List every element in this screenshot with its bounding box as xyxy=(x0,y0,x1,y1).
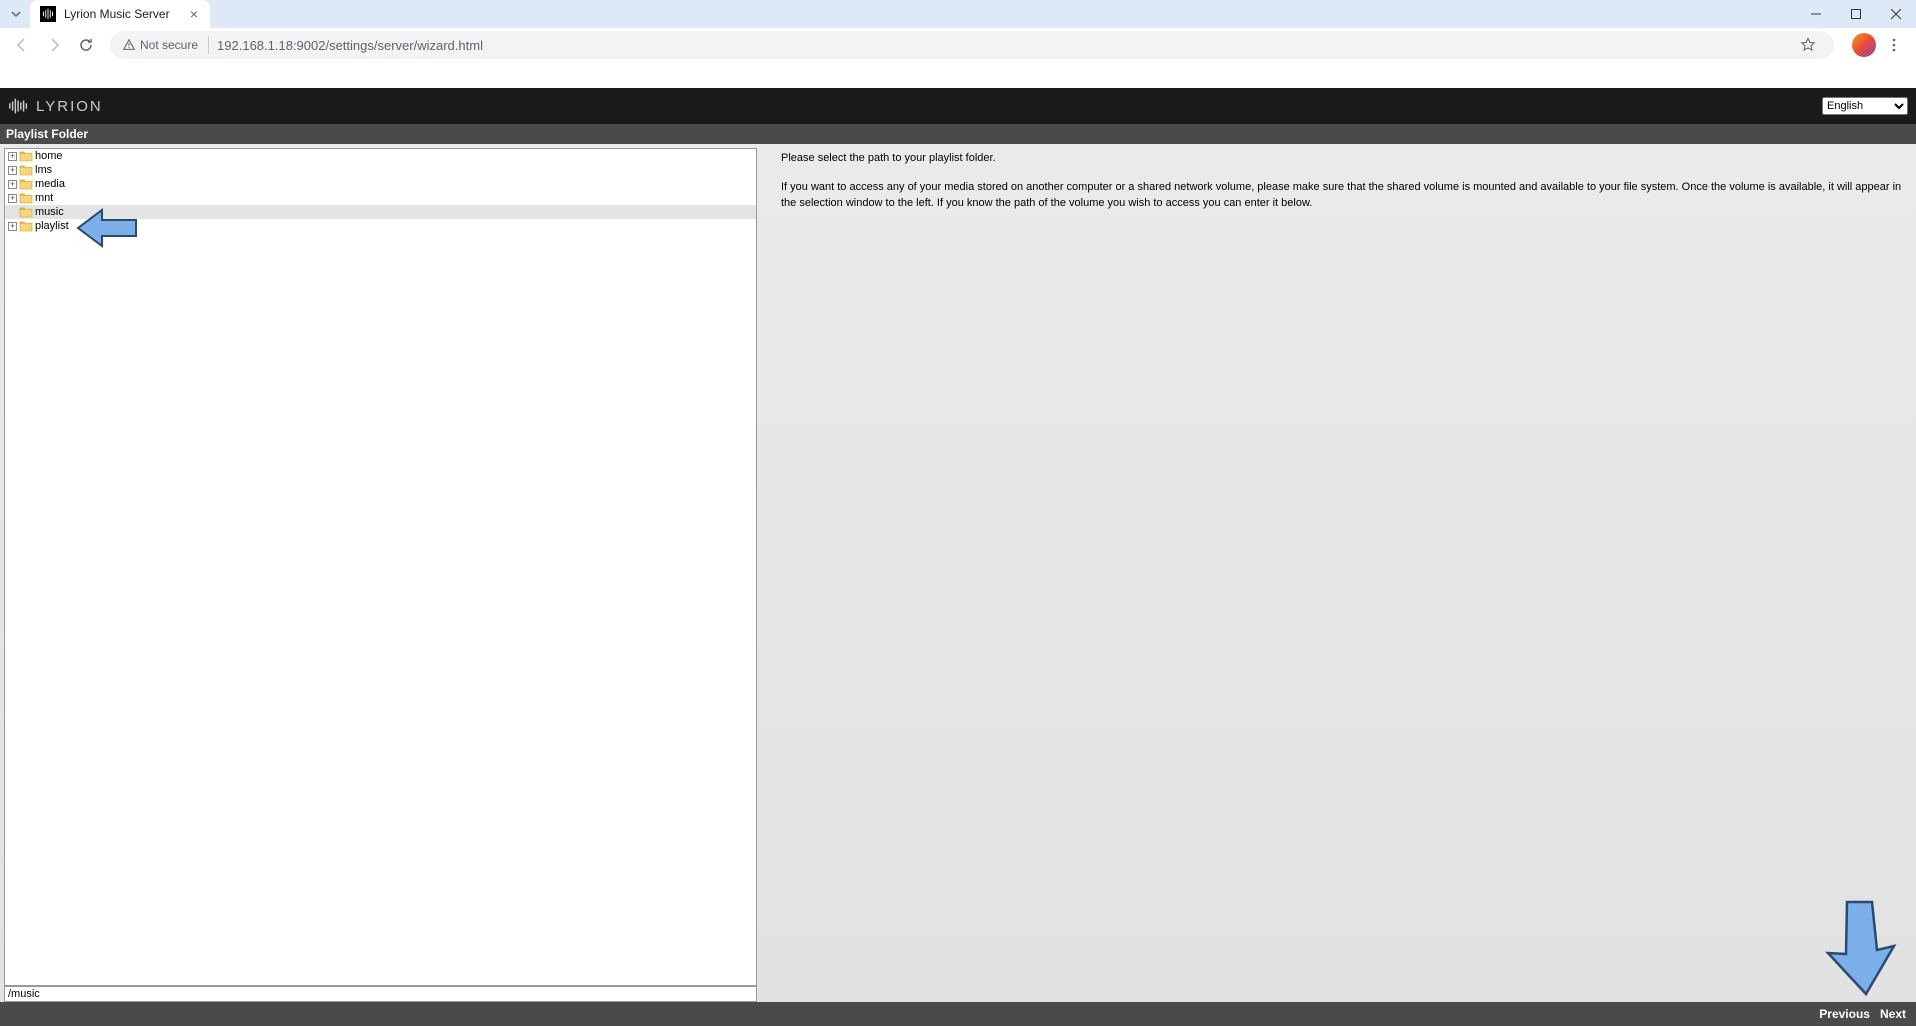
profile-avatar[interactable] xyxy=(1852,33,1876,57)
back-button[interactable] xyxy=(8,31,36,59)
folder-icon xyxy=(19,150,33,162)
tree-node-label: playlist xyxy=(35,220,69,232)
app-logo[interactable]: LYRION xyxy=(8,95,103,117)
forward-button[interactable] xyxy=(40,31,68,59)
app-header: LYRION English xyxy=(0,88,1916,124)
browser-toolbar: Not secure 192.168.1.18:9002/settings/se… xyxy=(0,28,1916,62)
reload-button[interactable] xyxy=(72,31,100,59)
wizard-content: + home + lms + media + mnt music + playlist Please… xyxy=(0,144,1916,1002)
bookmark-star-icon[interactable] xyxy=(1794,31,1822,59)
next-button[interactable]: Next xyxy=(1880,1007,1906,1021)
folder-tree[interactable]: + home + lms + media + mnt music + playlist xyxy=(4,148,757,986)
path-input[interactable] xyxy=(4,986,757,1002)
tab-search-dropdown[interactable] xyxy=(4,2,28,26)
tab-close-icon[interactable]: × xyxy=(186,6,202,22)
tree-node-playlist[interactable]: + playlist xyxy=(5,219,756,233)
url-text: 192.168.1.18:9002/settings/server/wizard… xyxy=(217,38,483,53)
tab-favicon-icon xyxy=(40,6,56,22)
wizard-footer: Previous Next xyxy=(0,1002,1916,1026)
tree-node-home[interactable]: + home xyxy=(5,149,756,163)
window-maximize-button[interactable] xyxy=(1836,0,1876,28)
tree-node-label: mnt xyxy=(35,192,53,204)
browser-tab-bar: Lyrion Music Server × xyxy=(0,0,1916,28)
previous-button[interactable]: Previous xyxy=(1819,1007,1870,1021)
tree-node-music[interactable]: music xyxy=(5,205,756,219)
instruction-line-1: Please select the path to your playlist … xyxy=(781,150,1904,167)
folder-icon xyxy=(19,220,33,232)
security-label: Not secure xyxy=(140,38,198,52)
browser-tab[interactable]: Lyrion Music Server × xyxy=(30,0,210,28)
security-badge[interactable]: Not secure xyxy=(122,36,209,54)
tree-node-mnt[interactable]: + mnt xyxy=(5,191,756,205)
tree-node-label: home xyxy=(35,150,63,162)
browser-menu-button[interactable] xyxy=(1880,31,1908,59)
tab-title: Lyrion Music Server xyxy=(64,7,178,21)
folder-icon xyxy=(19,206,33,218)
address-bar[interactable]: Not secure 192.168.1.18:9002/settings/se… xyxy=(110,31,1834,59)
tree-node-label: lms xyxy=(35,164,52,176)
folder-browser-panel: + home + lms + media + mnt music + playlist xyxy=(4,148,757,1002)
tree-expand-icon[interactable]: + xyxy=(8,166,17,175)
tree-expand-icon[interactable]: + xyxy=(8,222,17,231)
tree-expand-icon[interactable]: + xyxy=(8,194,17,203)
instruction-line-2: If you want to access any of your media … xyxy=(781,179,1904,212)
tree-node-label: media xyxy=(35,178,65,190)
tree-node-label: music xyxy=(35,206,64,218)
folder-icon xyxy=(19,192,33,204)
section-title: Playlist Folder xyxy=(6,127,88,141)
warning-icon xyxy=(122,38,136,52)
app-brand-text: LYRION xyxy=(36,98,103,115)
tree-node-media[interactable]: + media xyxy=(5,177,756,191)
instructions-panel: Please select the path to your playlist … xyxy=(781,148,1912,1002)
window-controls xyxy=(1796,0,1916,28)
window-minimize-button[interactable] xyxy=(1796,0,1836,28)
soundwave-icon xyxy=(8,95,30,117)
window-close-button[interactable] xyxy=(1876,0,1916,28)
tree-node-lms[interactable]: + lms xyxy=(5,163,756,177)
language-select[interactable]: English xyxy=(1822,97,1908,115)
folder-icon xyxy=(19,178,33,190)
tree-expand-icon[interactable]: + xyxy=(8,152,17,161)
section-header: Playlist Folder xyxy=(0,124,1916,144)
folder-icon xyxy=(19,164,33,176)
tree-expand-icon[interactable]: + xyxy=(8,180,17,189)
